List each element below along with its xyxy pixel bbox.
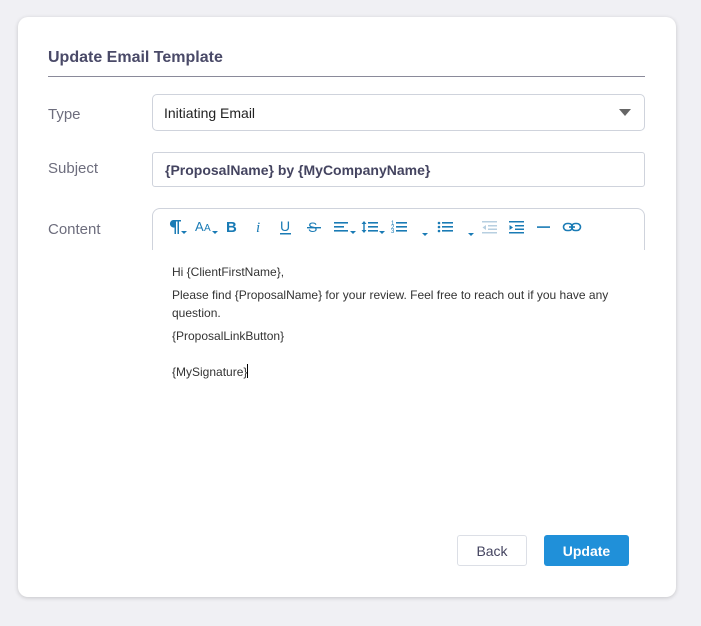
subject-value: {ProposalName} by {MyCompanyName} bbox=[165, 161, 431, 178]
type-select-value: Initiating Email bbox=[164, 104, 256, 121]
paragraph-format-icon[interactable] bbox=[168, 217, 190, 237]
svg-text:i: i bbox=[256, 220, 260, 236]
editor-toolbar: A A B i U 1 2 3 bbox=[152, 208, 645, 250]
bold-icon[interactable]: B bbox=[223, 217, 241, 237]
subject-label: Subject bbox=[48, 160, 99, 177]
svg-text:A: A bbox=[195, 219, 204, 234]
horizontal-line-icon[interactable] bbox=[535, 217, 553, 237]
link-icon[interactable] bbox=[562, 217, 582, 237]
type-select[interactable]: Initiating Email bbox=[152, 94, 645, 131]
type-label: Type bbox=[48, 106, 81, 123]
signature-placeholder: {MySignature} bbox=[172, 364, 248, 379]
underline-icon[interactable]: U bbox=[277, 217, 295, 237]
svg-text:3: 3 bbox=[391, 229, 395, 235]
italic-icon[interactable]: i bbox=[251, 217, 267, 237]
svg-text:A: A bbox=[204, 223, 211, 234]
title-divider bbox=[48, 76, 645, 77]
content-label: Content bbox=[48, 221, 101, 238]
align-icon[interactable] bbox=[333, 217, 359, 237]
update-email-template-dialog: Update Email Template Type Initiating Em… bbox=[18, 17, 676, 597]
editor-content-area[interactable]: Hi {ClientFirstName}, Please find {Propo… bbox=[152, 250, 645, 530]
dialog-title: Update Email Template bbox=[48, 49, 223, 66]
update-button[interactable]: Update bbox=[544, 535, 629, 566]
strikethrough-icon[interactable]: S bbox=[305, 217, 323, 237]
chevron-down-icon bbox=[619, 109, 631, 116]
back-button[interactable]: Back bbox=[457, 535, 527, 566]
content-line: Hi {ClientFirstName}, bbox=[172, 265, 285, 279]
svg-text:B: B bbox=[226, 219, 237, 236]
svg-text:U: U bbox=[280, 218, 290, 234]
outdent-icon[interactable] bbox=[480, 217, 500, 237]
unordered-list-icon[interactable] bbox=[437, 217, 477, 237]
indent-icon[interactable] bbox=[507, 217, 527, 237]
line-height-icon[interactable] bbox=[361, 217, 387, 237]
ordered-list-icon[interactable]: 1 2 3 bbox=[391, 217, 431, 237]
font-size-icon[interactable]: A A bbox=[194, 217, 220, 237]
content-line-signature: {MySignature} bbox=[172, 363, 625, 381]
text-cursor bbox=[247, 363, 249, 378]
content-line: Please find {ProposalName} for your revi… bbox=[172, 288, 609, 320]
content-line: {ProposalLinkButton} bbox=[172, 329, 285, 344]
subject-input[interactable]: {ProposalName} by {MyCompanyName} bbox=[152, 152, 645, 187]
rich-text-editor: A A B i U 1 2 3 Hi {ClientFirstName}, Pl… bbox=[152, 208, 645, 530]
